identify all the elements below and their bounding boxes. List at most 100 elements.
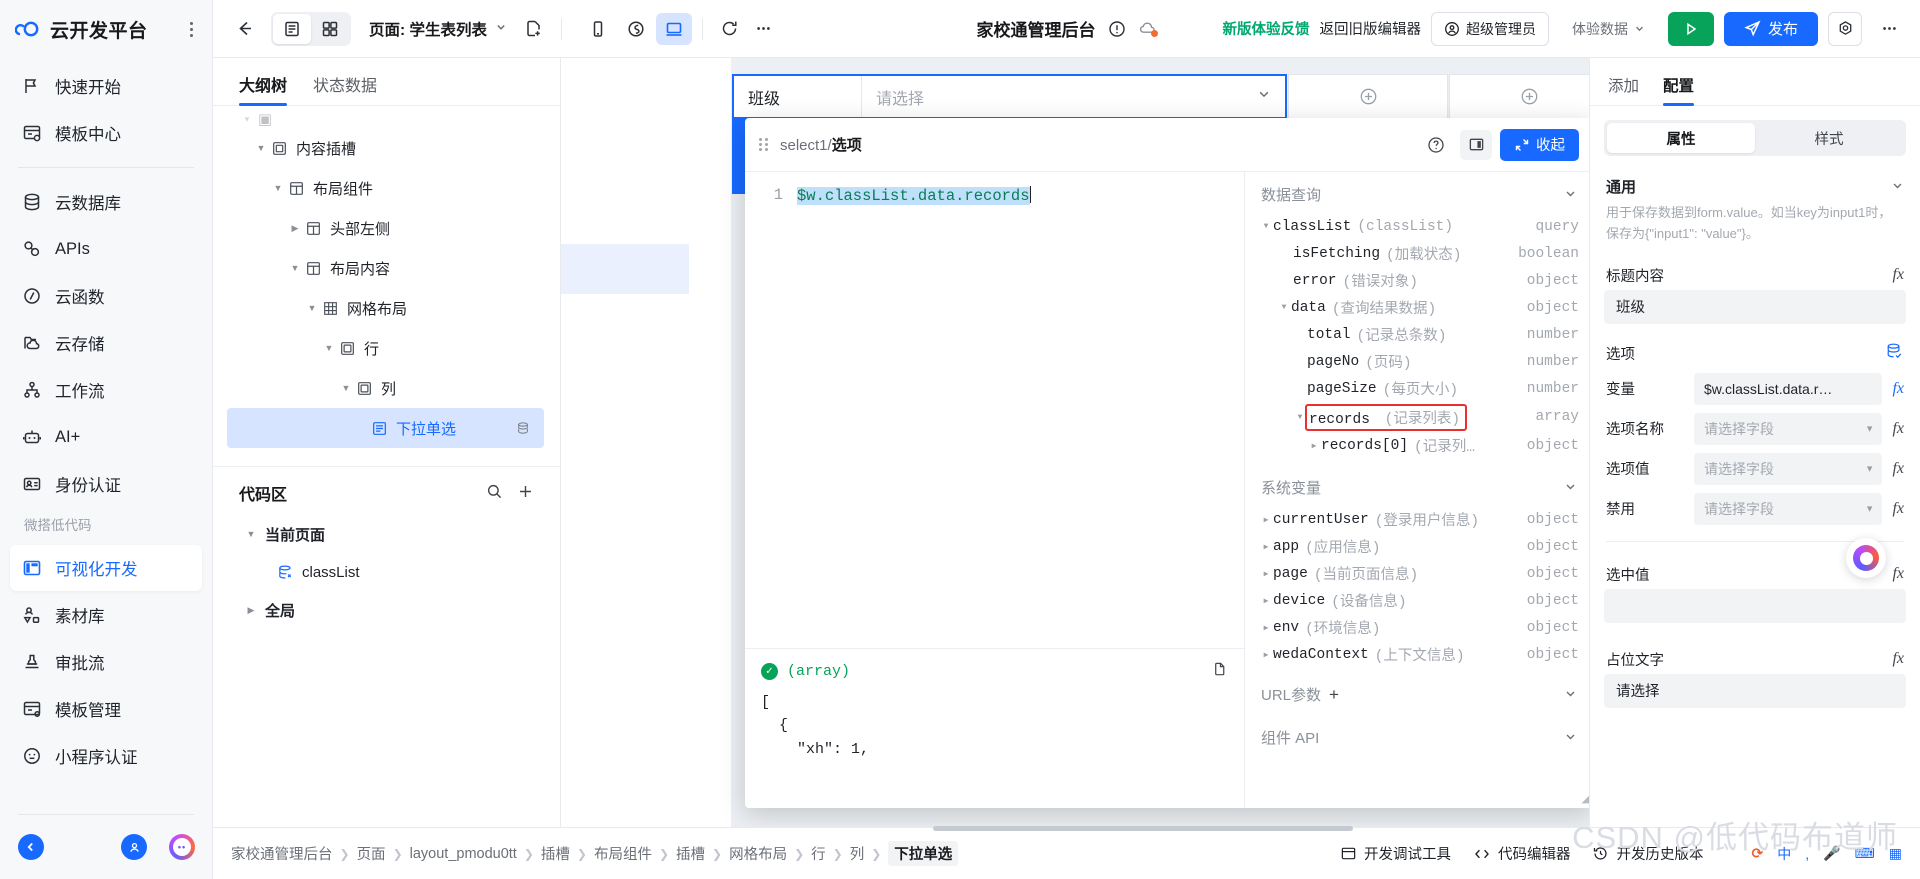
var-row-page[interactable]: ▶ page (当前页面信息) object	[1245, 560, 1593, 587]
sidebar-item-cloudstorage[interactable]: 云存储	[10, 320, 202, 366]
database-check-icon[interactable]	[1885, 342, 1904, 365]
var-row-app[interactable]: ▶ app (应用信息) object	[1245, 533, 1593, 560]
tree-node-layout-content[interactable]: ▼ 布局内容	[213, 248, 560, 288]
ai-assistant-icon[interactable]: ••	[169, 834, 195, 860]
sidebar-item-miniprogram-auth[interactable]: 小程序认证	[10, 733, 202, 779]
tree-node-header-left[interactable]: ▶ 头部左侧	[213, 208, 560, 248]
outline-view-button[interactable]	[273, 13, 311, 44]
seg-attributes[interactable]: 属性	[1607, 123, 1755, 153]
section-general[interactable]: 通用	[1604, 166, 1906, 203]
placeholder-input[interactable]: 请选择	[1604, 673, 1906, 708]
sidebar-item-cloudfunction[interactable]: 云函数	[10, 273, 202, 319]
fx-icon[interactable]: fx	[1892, 420, 1904, 438]
fx-icon[interactable]: fx	[1892, 266, 1904, 284]
publish-button[interactable]: 发布	[1723, 11, 1818, 46]
top-more-icon[interactable]	[1872, 12, 1906, 46]
fx-icon[interactable]: fx	[1892, 380, 1904, 398]
var-row-records0[interactable]: ▶ records[0] (记录列… object	[1245, 432, 1593, 459]
canvas-select-component[interactable]: 班级 请选择	[732, 74, 1287, 119]
code-area[interactable]: 1 $w.classList.data.records	[745, 172, 1244, 648]
tab-outline-tree[interactable]: 大纲树	[239, 72, 288, 106]
new-page-icon[interactable]	[517, 12, 551, 46]
tab-add[interactable]: 添加	[1608, 74, 1639, 105]
refresh-icon[interactable]	[713, 12, 747, 46]
var-row-env[interactable]: ▶ env (环境信息) object	[1245, 614, 1593, 641]
sidebar-item-quickstart[interactable]: 快速开始	[10, 63, 202, 109]
role-button[interactable]: 超级管理员	[1430, 11, 1549, 46]
fx-icon[interactable]: fx	[1892, 565, 1904, 583]
section-url-params[interactable]: URL参数 +	[1245, 672, 1593, 713]
ime-voice-icon[interactable]: 🎤	[1823, 845, 1840, 862]
feedback-link[interactable]: 新版体验反馈	[1222, 18, 1309, 39]
variable-input[interactable]: $w.classList.data.r…	[1694, 372, 1883, 405]
sidebar-item-clouddb[interactable]: 云数据库	[10, 179, 202, 225]
tool-code-editor[interactable]: 代码编辑器	[1473, 843, 1570, 864]
tab-config[interactable]: 配置	[1663, 74, 1695, 106]
component-view-button[interactable]	[311, 14, 349, 44]
option-name-select[interactable]: 请选择字段 ▾	[1694, 412, 1883, 445]
plus-icon[interactable]: +	[1329, 685, 1339, 705]
var-row-wedacontext[interactable]: ▶ wedaContext (上下文信息) object	[1245, 641, 1593, 668]
collapse-rail-button[interactable]	[18, 834, 44, 860]
code-group-global[interactable]: ▶ 全局	[213, 591, 560, 629]
sidebar-item-workflow[interactable]: 工作流	[10, 367, 202, 413]
tree-node-row[interactable]: ▼ 行	[213, 328, 560, 368]
sidebar-item-apis[interactable]: APIs	[10, 226, 202, 272]
rail-more-icon[interactable]	[184, 19, 198, 40]
preview-run-button[interactable]	[1667, 11, 1714, 46]
breadcrumb-item[interactable]: 布局组件	[594, 843, 652, 864]
section-component-api[interactable]: 组件 API	[1245, 715, 1593, 756]
tree-node-grid-layout[interactable]: ▼ 网格布局	[213, 288, 560, 328]
breadcrumb-item[interactable]: 网格布局	[729, 843, 787, 864]
breadcrumb-item[interactable]: 列	[850, 843, 865, 864]
copy-icon[interactable]	[1211, 661, 1228, 681]
ime-tools-icon[interactable]: ▦	[1889, 845, 1902, 862]
fx-icon[interactable]: fx	[1892, 500, 1904, 518]
ime-chinese-icon[interactable]: 中	[1777, 844, 1791, 864]
tree-node-select-single[interactable]: 下拉单选	[227, 408, 544, 448]
drag-handle-icon[interactable]	[759, 138, 768, 151]
search-icon[interactable]	[486, 483, 503, 503]
sidebar-item-template-center[interactable]: 模板中心	[10, 110, 202, 156]
mobile-preview-icon[interactable]	[580, 13, 616, 45]
ime-punct-icon[interactable]: ,	[1805, 846, 1809, 862]
more-options-icon[interactable]	[747, 12, 781, 46]
breadcrumb-item[interactable]: 插槽	[676, 843, 705, 864]
sidebar-item-visual-dev[interactable]: 可视化开发	[10, 545, 202, 591]
plus-icon[interactable]	[517, 483, 534, 503]
canvas-select-control[interactable]: 请选择	[862, 85, 1285, 109]
canvas-add-field-2[interactable]	[1449, 74, 1609, 119]
ime-log-icon[interactable]: ⟳	[1751, 845, 1763, 862]
canvas-add-field-1[interactable]	[1288, 74, 1448, 119]
selected-value-input[interactable]	[1604, 588, 1906, 623]
fx-icon[interactable]: fx	[1892, 460, 1904, 478]
tree-node-layout-component[interactable]: ▼ 布局组件	[213, 168, 560, 208]
tool-history[interactable]: 开发历史版本	[1592, 843, 1703, 864]
var-row-pagesize[interactable]: pageSize (每页大小) number	[1245, 375, 1593, 402]
sidebar-item-identity[interactable]: 身份认证	[10, 461, 202, 507]
code-group-current-page[interactable]: ▼ 当前页面	[213, 515, 560, 553]
tree-node-content-slot[interactable]: ▼ 内容插槽	[213, 128, 560, 168]
horizontal-scrollbar[interactable]	[213, 826, 1920, 879]
info-icon[interactable]	[1108, 20, 1126, 38]
section-system-vars[interactable]: 系统变量	[1245, 465, 1593, 506]
var-row-error[interactable]: error (错误对象) object	[1245, 267, 1593, 294]
tab-state-data[interactable]: 状态数据	[313, 72, 377, 105]
ime-keyboard-icon[interactable]: ⌨	[1855, 845, 1875, 862]
seg-styles[interactable]: 样式	[1755, 123, 1903, 153]
breadcrumb-item[interactable]: 家校通管理后台	[231, 843, 333, 864]
sidebar-item-assets[interactable]: 素材库	[10, 592, 202, 638]
cloud-status-icon[interactable]	[1138, 19, 1158, 38]
section-data-query[interactable]: 数据查询	[1245, 172, 1593, 213]
var-row-classlist[interactable]: ▼ classList (classList) query	[1245, 213, 1593, 240]
tree-node-col[interactable]: ▼ 列	[213, 368, 560, 408]
var-row-currentuser[interactable]: ▶ currentUser (登录用户信息) object	[1245, 506, 1593, 533]
back-arrow-icon[interactable]	[227, 12, 261, 46]
ai-assistant-fab[interactable]	[1846, 538, 1886, 578]
var-row-records[interactable]: ▼ records (记录列表) array	[1245, 402, 1593, 432]
h5-preview-icon[interactable]	[618, 13, 654, 45]
sidebar-item-ai[interactable]: AI+	[10, 414, 202, 460]
env-selector[interactable]: 体验数据	[1558, 11, 1658, 46]
var-row-data[interactable]: ▼ data (查询结果数据) object	[1245, 294, 1593, 321]
var-row-isfetching[interactable]: isFetching (加载状态) boolean	[1245, 240, 1593, 267]
